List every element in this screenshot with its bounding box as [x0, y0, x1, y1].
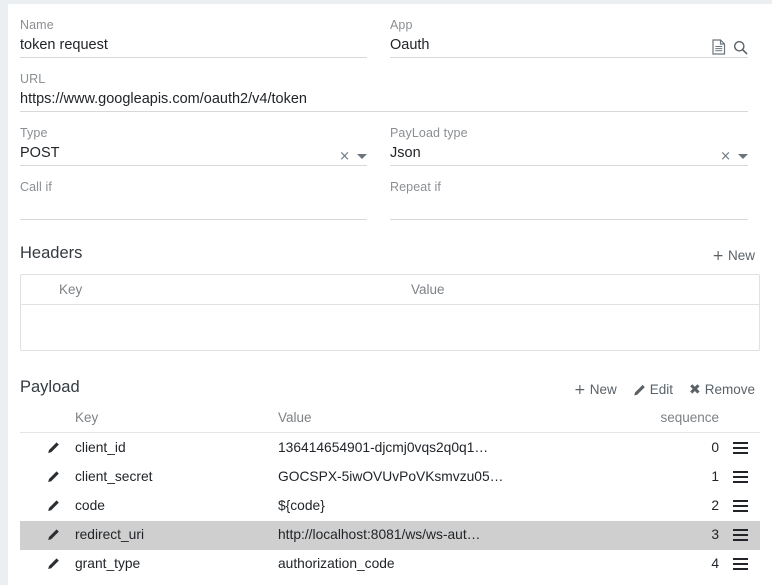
row-sequence: 4 — [711, 556, 719, 572]
payload-col-sequence: sequence — [660, 410, 719, 425]
payload-col-key: Key — [75, 410, 99, 425]
payload-col-value: Value — [278, 410, 312, 425]
payload-edit-label: Edit — [649, 382, 673, 397]
form-row-name-app: Name token request App Oauth — [20, 4, 760, 58]
field-url-label: URL — [20, 72, 46, 86]
field-payload-type-value: Json — [390, 145, 421, 161]
payload-table-body: client_id 136414654901-djcmj0vqs2q0q1… 0 cl… — [20, 433, 760, 579]
row-value: http://localhost:8081/ws/ws-aut… — [278, 527, 481, 543]
search-icon[interactable] — [733, 40, 748, 55]
drag-handle-icon[interactable] — [733, 558, 748, 571]
plus-icon: + — [712, 248, 724, 264]
field-call-if: Call if — [20, 166, 390, 220]
field-payload-type-label: PayLoad type — [390, 126, 468, 140]
field-type-value: POST — [20, 145, 60, 161]
payload-table-header-row: Key Value sequence — [20, 404, 760, 433]
row-sequence: 1 — [711, 468, 719, 484]
headers-col-key: Key — [59, 281, 83, 297]
field-payload-type-icons: × — [720, 150, 748, 163]
payload-new-button[interactable]: + New — [574, 382, 617, 398]
headers-table: Key Value — [20, 274, 760, 351]
field-call-if-input[interactable] — [20, 195, 367, 220]
field-app: App Oauth — [390, 4, 760, 58]
field-app-icons — [712, 39, 748, 55]
payload-title: Payload — [20, 378, 80, 396]
field-type-select[interactable]: POST × — [20, 141, 367, 166]
row-value: authorization_code — [278, 556, 395, 572]
table-row[interactable]: redirect_uri http://localhost:8081/ws/ws-… — [20, 520, 760, 550]
payload-new-label: New — [589, 382, 617, 397]
headers-title: Headers — [20, 244, 83, 262]
payload-edit-button[interactable]: Edit — [633, 382, 673, 398]
headers-section-header: Headers + New — [20, 242, 760, 264]
field-type: Type POST × — [20, 112, 390, 166]
plus-icon: + — [573, 382, 586, 398]
drag-handle-icon[interactable] — [733, 529, 748, 542]
headers-actions: + New — [712, 248, 755, 264]
payload-actions: + New Edit ✖ Remove — [574, 382, 755, 398]
field-payload-type: PayLoad type Json × — [390, 112, 760, 166]
table-row[interactable]: grant_type authorization_code 4 — [20, 550, 760, 579]
form-row-conditions: Call if Repeat if — [20, 166, 760, 220]
form-row-type: Type POST × PayLoad type Json × — [20, 112, 760, 166]
headers-new-button[interactable]: + New — [712, 248, 755, 264]
chevron-down-icon[interactable] — [357, 153, 367, 159]
pencil-icon[interactable] — [47, 499, 60, 512]
drag-handle-icon[interactable] — [733, 499, 748, 512]
table-row[interactable]: client_secret GOCSPX-5iwOVUvPoVKsmvzu05… 1 — [20, 462, 760, 491]
row-value: 136414654901-djcmj0vqs2q0q1… — [278, 439, 489, 455]
clear-icon[interactable]: × — [720, 150, 731, 163]
document-icon[interactable] — [712, 39, 726, 55]
field-name: Name token request — [20, 4, 390, 58]
form-row-url: URL https://www.googleapis.com/oauth2/v4… — [20, 58, 760, 112]
field-type-icons: × — [339, 150, 367, 163]
request-editor-panel: Name token request App Oauth URL https:/… — [8, 4, 772, 585]
payload-remove-label: Remove — [704, 382, 755, 397]
field-url-value: https://www.googleapis.com/oauth2/v4/tok… — [20, 91, 307, 107]
pencil-icon[interactable] — [47, 529, 60, 542]
field-repeat-if-input[interactable] — [390, 195, 748, 220]
field-name-value: token request — [20, 37, 108, 53]
chevron-down-icon[interactable] — [738, 153, 748, 159]
field-repeat-if: Repeat if — [390, 166, 760, 220]
row-value: GOCSPX-5iwOVUvPoVKsmvzu05… — [278, 468, 504, 484]
headers-table-body — [21, 305, 759, 350]
table-row[interactable]: client_id 136414654901-djcmj0vqs2q0q1… 0 — [20, 433, 760, 462]
payload-remove-button[interactable]: ✖ Remove — [689, 382, 755, 398]
field-type-label: Type — [20, 126, 48, 140]
pencil-icon — [633, 384, 646, 397]
drag-handle-icon[interactable] — [733, 441, 748, 454]
field-app-label: App — [390, 18, 413, 32]
field-name-label: Name — [20, 18, 54, 32]
form-area: Name token request App Oauth URL https:/… — [8, 4, 772, 579]
field-name-input[interactable]: token request — [20, 33, 367, 58]
row-value: ${code} — [278, 497, 325, 513]
payload-table: Key Value sequence client_id 136414654901… — [20, 404, 760, 579]
field-repeat-if-label: Repeat if — [390, 180, 441, 194]
payload-section-header: Payload + New Edit ✖ Remove — [20, 376, 760, 398]
field-url-input[interactable]: https://www.googleapis.com/oauth2/v4/tok… — [20, 87, 748, 112]
field-url: URL https://www.googleapis.com/oauth2/v4… — [20, 58, 760, 112]
pencil-icon[interactable] — [47, 558, 60, 571]
drag-handle-icon[interactable] — [733, 470, 748, 483]
row-sequence: 2 — [711, 497, 719, 513]
headers-new-label: New — [727, 248, 755, 263]
row-sequence: 3 — [711, 527, 719, 543]
field-call-if-label: Call if — [20, 180, 52, 194]
pencil-icon[interactable] — [47, 470, 60, 483]
headers-table-header-row: Key Value — [21, 275, 759, 305]
field-app-value: Oauth — [390, 37, 430, 53]
headers-col-value: Value — [411, 281, 445, 297]
cross-icon: ✖ — [688, 382, 701, 398]
field-app-input[interactable]: Oauth — [390, 33, 748, 58]
row-sequence: 0 — [711, 439, 719, 455]
clear-icon[interactable]: × — [339, 150, 350, 163]
field-payload-type-select[interactable]: Json × — [390, 141, 748, 166]
pencil-icon[interactable] — [47, 441, 60, 454]
table-row[interactable]: code ${code} 2 — [20, 491, 760, 520]
